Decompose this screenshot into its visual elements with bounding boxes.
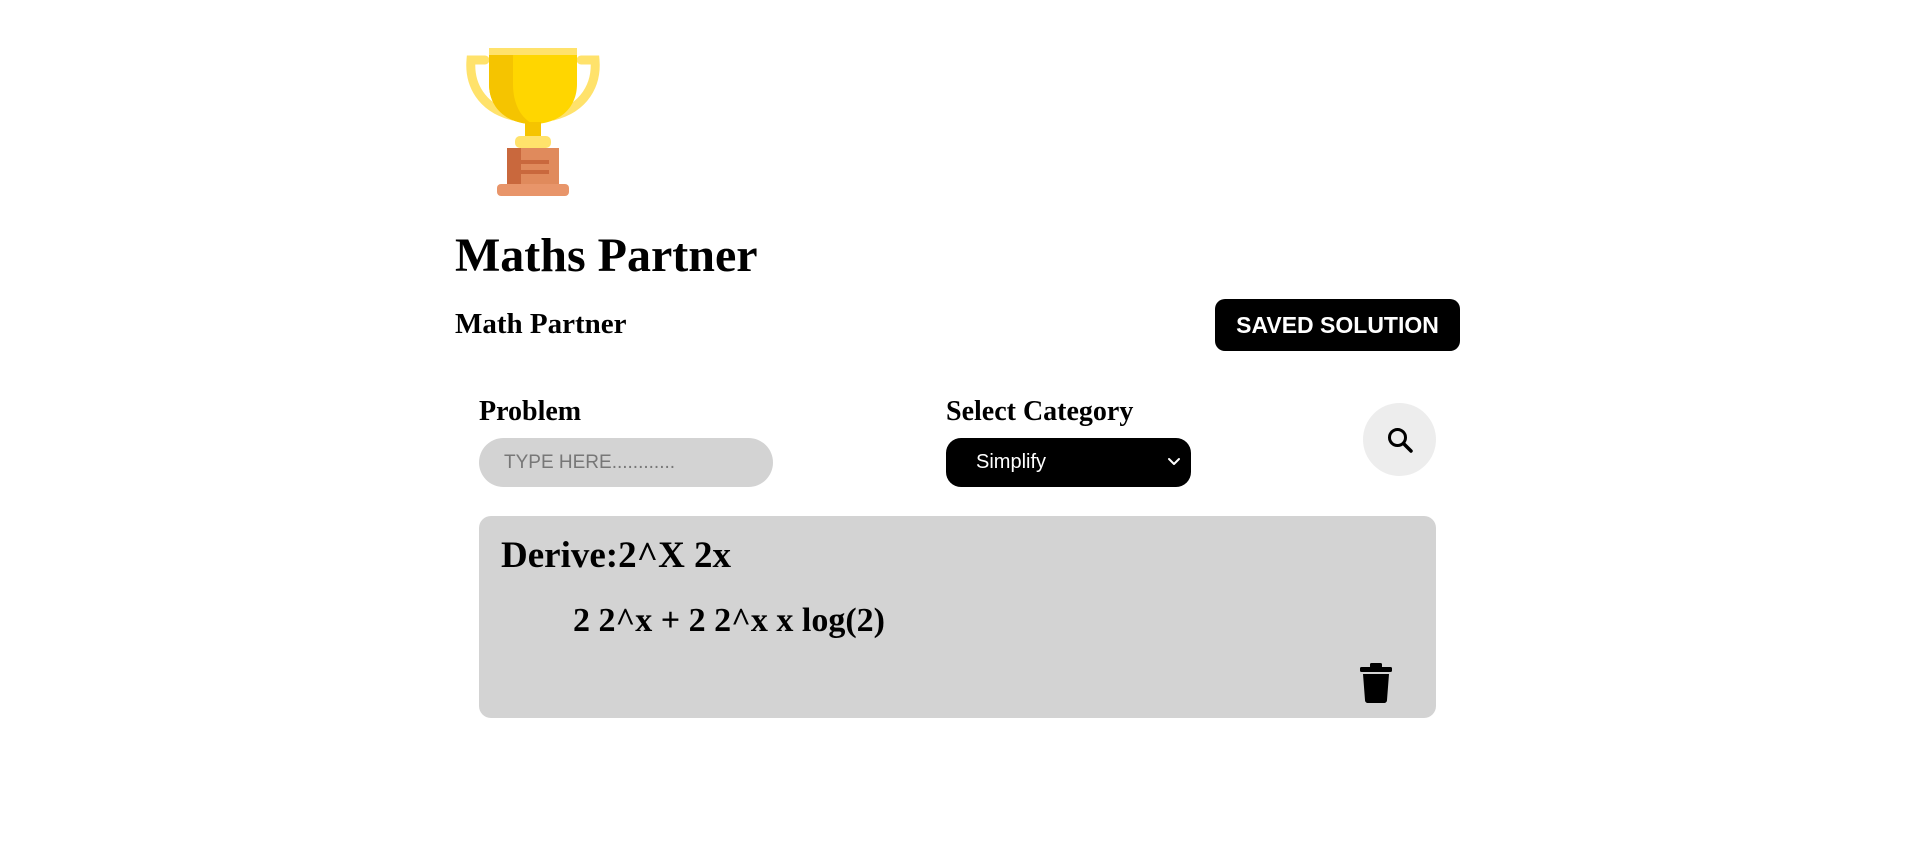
category-select[interactable]: Simplify	[946, 438, 1191, 487]
search-icon	[1388, 428, 1413, 453]
problem-input[interactable]	[479, 438, 773, 487]
trash-icon	[1360, 663, 1392, 703]
solution-problem: Derive:2^X 2x	[501, 535, 732, 576]
category-selected-value: Simplify	[976, 451, 1047, 473]
page-subtitle: Math Partner	[455, 308, 627, 340]
category-label: Select Category	[946, 396, 1134, 427]
page-title: Maths Partner	[455, 229, 758, 282]
search-button[interactable]	[1363, 403, 1436, 476]
problem-label: Problem	[479, 396, 582, 427]
solution-answer: 2 2^x + 2 2^x x log(2)	[573, 602, 885, 639]
delete-solution-button[interactable]	[1359, 663, 1393, 703]
trophy-icon	[463, 44, 603, 204]
saved-solution-button[interactable]: SAVED SOLUTION	[1215, 299, 1460, 351]
solution-card: Derive:2^X 2x 2 2^x + 2 2^x x log(2)	[479, 516, 1436, 718]
chevron-down-icon	[1168, 458, 1180, 465]
page-container: Maths Partner Math Partner SAVED SOLUTIO…	[455, 0, 1460, 842]
